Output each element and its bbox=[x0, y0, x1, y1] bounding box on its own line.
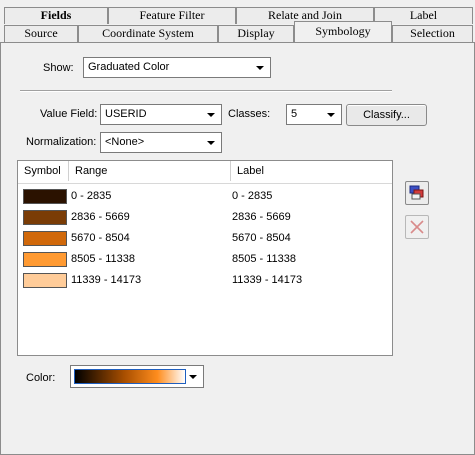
label-value: 2836 - 5669 bbox=[232, 211, 291, 223]
value-field-value: USERID bbox=[105, 108, 147, 120]
chevron-down-icon bbox=[186, 369, 200, 384]
class-row[interactable]: 11339 - 14173 11339 - 14173 bbox=[18, 271, 392, 292]
label-value: 0 - 2835 bbox=[232, 190, 273, 202]
symbol-swatch[interactable] bbox=[23, 231, 67, 246]
chevron-down-icon bbox=[253, 60, 267, 75]
show-label: Show: bbox=[43, 62, 74, 74]
range-value: 2836 - 5669 bbox=[71, 211, 130, 223]
label-value: 11339 - 14173 bbox=[232, 274, 303, 286]
tab-row-bottom: Source Coordinate System Display Symbolo… bbox=[0, 21, 475, 42]
value-field-label: Value Field: bbox=[40, 108, 98, 120]
divider bbox=[20, 90, 392, 92]
chevron-down-icon bbox=[324, 107, 338, 122]
range-value: 0 - 2835 bbox=[71, 190, 112, 202]
symbol-swatch[interactable] bbox=[23, 210, 67, 225]
classes-label: Classes: bbox=[228, 108, 271, 120]
tab-selection[interactable]: Selection bbox=[392, 25, 473, 42]
symbol-swatch[interactable] bbox=[23, 273, 67, 288]
column-header-label[interactable]: Label bbox=[237, 165, 264, 177]
tab-display[interactable]: Display bbox=[218, 25, 294, 42]
class-row[interactable]: 2836 - 5669 2836 - 5669 bbox=[18, 208, 392, 229]
tab-row-top: Fields Feature Filter Relate and Join La… bbox=[0, 7, 475, 24]
column-header-range[interactable]: Range bbox=[75, 165, 107, 177]
chevron-down-icon bbox=[204, 107, 218, 122]
tab-fields[interactable]: Fields bbox=[4, 7, 108, 24]
tab-source[interactable]: Source bbox=[4, 25, 78, 42]
label-value: 5670 - 8504 bbox=[232, 232, 291, 244]
column-separator bbox=[68, 161, 69, 181]
symbol-properties-button[interactable] bbox=[405, 181, 429, 205]
range-value: 8505 - 11338 bbox=[71, 253, 136, 265]
color-ramp-preview bbox=[74, 369, 186, 384]
normalization-dropdown[interactable]: <None> bbox=[100, 132, 222, 153]
symbol-properties-icon bbox=[409, 185, 424, 200]
remove-class-button[interactable] bbox=[405, 215, 429, 239]
column-separator bbox=[230, 161, 231, 181]
color-ramp-dropdown[interactable] bbox=[70, 365, 204, 388]
tab-feature-filter[interactable]: Feature Filter bbox=[108, 7, 236, 24]
class-row[interactable]: 8505 - 11338 8505 - 11338 bbox=[18, 250, 392, 271]
color-label: Color: bbox=[26, 372, 56, 384]
range-value: 11339 - 14173 bbox=[71, 274, 142, 286]
class-row[interactable]: 0 - 2835 0 - 2835 bbox=[18, 187, 392, 208]
show-dropdown[interactable]: Graduated Color bbox=[83, 57, 271, 78]
classes-dropdown[interactable]: 5 bbox=[286, 104, 342, 125]
column-header-symbol[interactable]: Symbol bbox=[24, 165, 61, 177]
tab-coordinate-system[interactable]: Coordinate System bbox=[78, 25, 218, 42]
show-value: Graduated Color bbox=[88, 61, 170, 73]
normalization-value: <None> bbox=[105, 136, 145, 148]
classify-button[interactable]: Classify... bbox=[346, 104, 427, 126]
range-value: 5670 - 8504 bbox=[71, 232, 130, 244]
header-divider bbox=[18, 183, 392, 184]
chevron-down-icon bbox=[204, 135, 218, 150]
tab-symbology[interactable]: Symbology bbox=[294, 21, 392, 42]
classes-value: 5 bbox=[291, 108, 298, 120]
symbol-swatch[interactable] bbox=[23, 252, 67, 267]
symbol-swatch[interactable] bbox=[23, 189, 67, 204]
remove-x-icon bbox=[410, 220, 424, 234]
label-value: 8505 - 11338 bbox=[232, 253, 297, 265]
class-breaks-list[interactable]: Symbol Range Label 0 - 2835 0 - 2835 283… bbox=[17, 160, 393, 356]
normalization-label: Normalization: bbox=[26, 136, 97, 148]
class-row[interactable]: 5670 - 8504 5670 - 8504 bbox=[18, 229, 392, 250]
value-field-dropdown[interactable]: USERID bbox=[100, 104, 222, 125]
